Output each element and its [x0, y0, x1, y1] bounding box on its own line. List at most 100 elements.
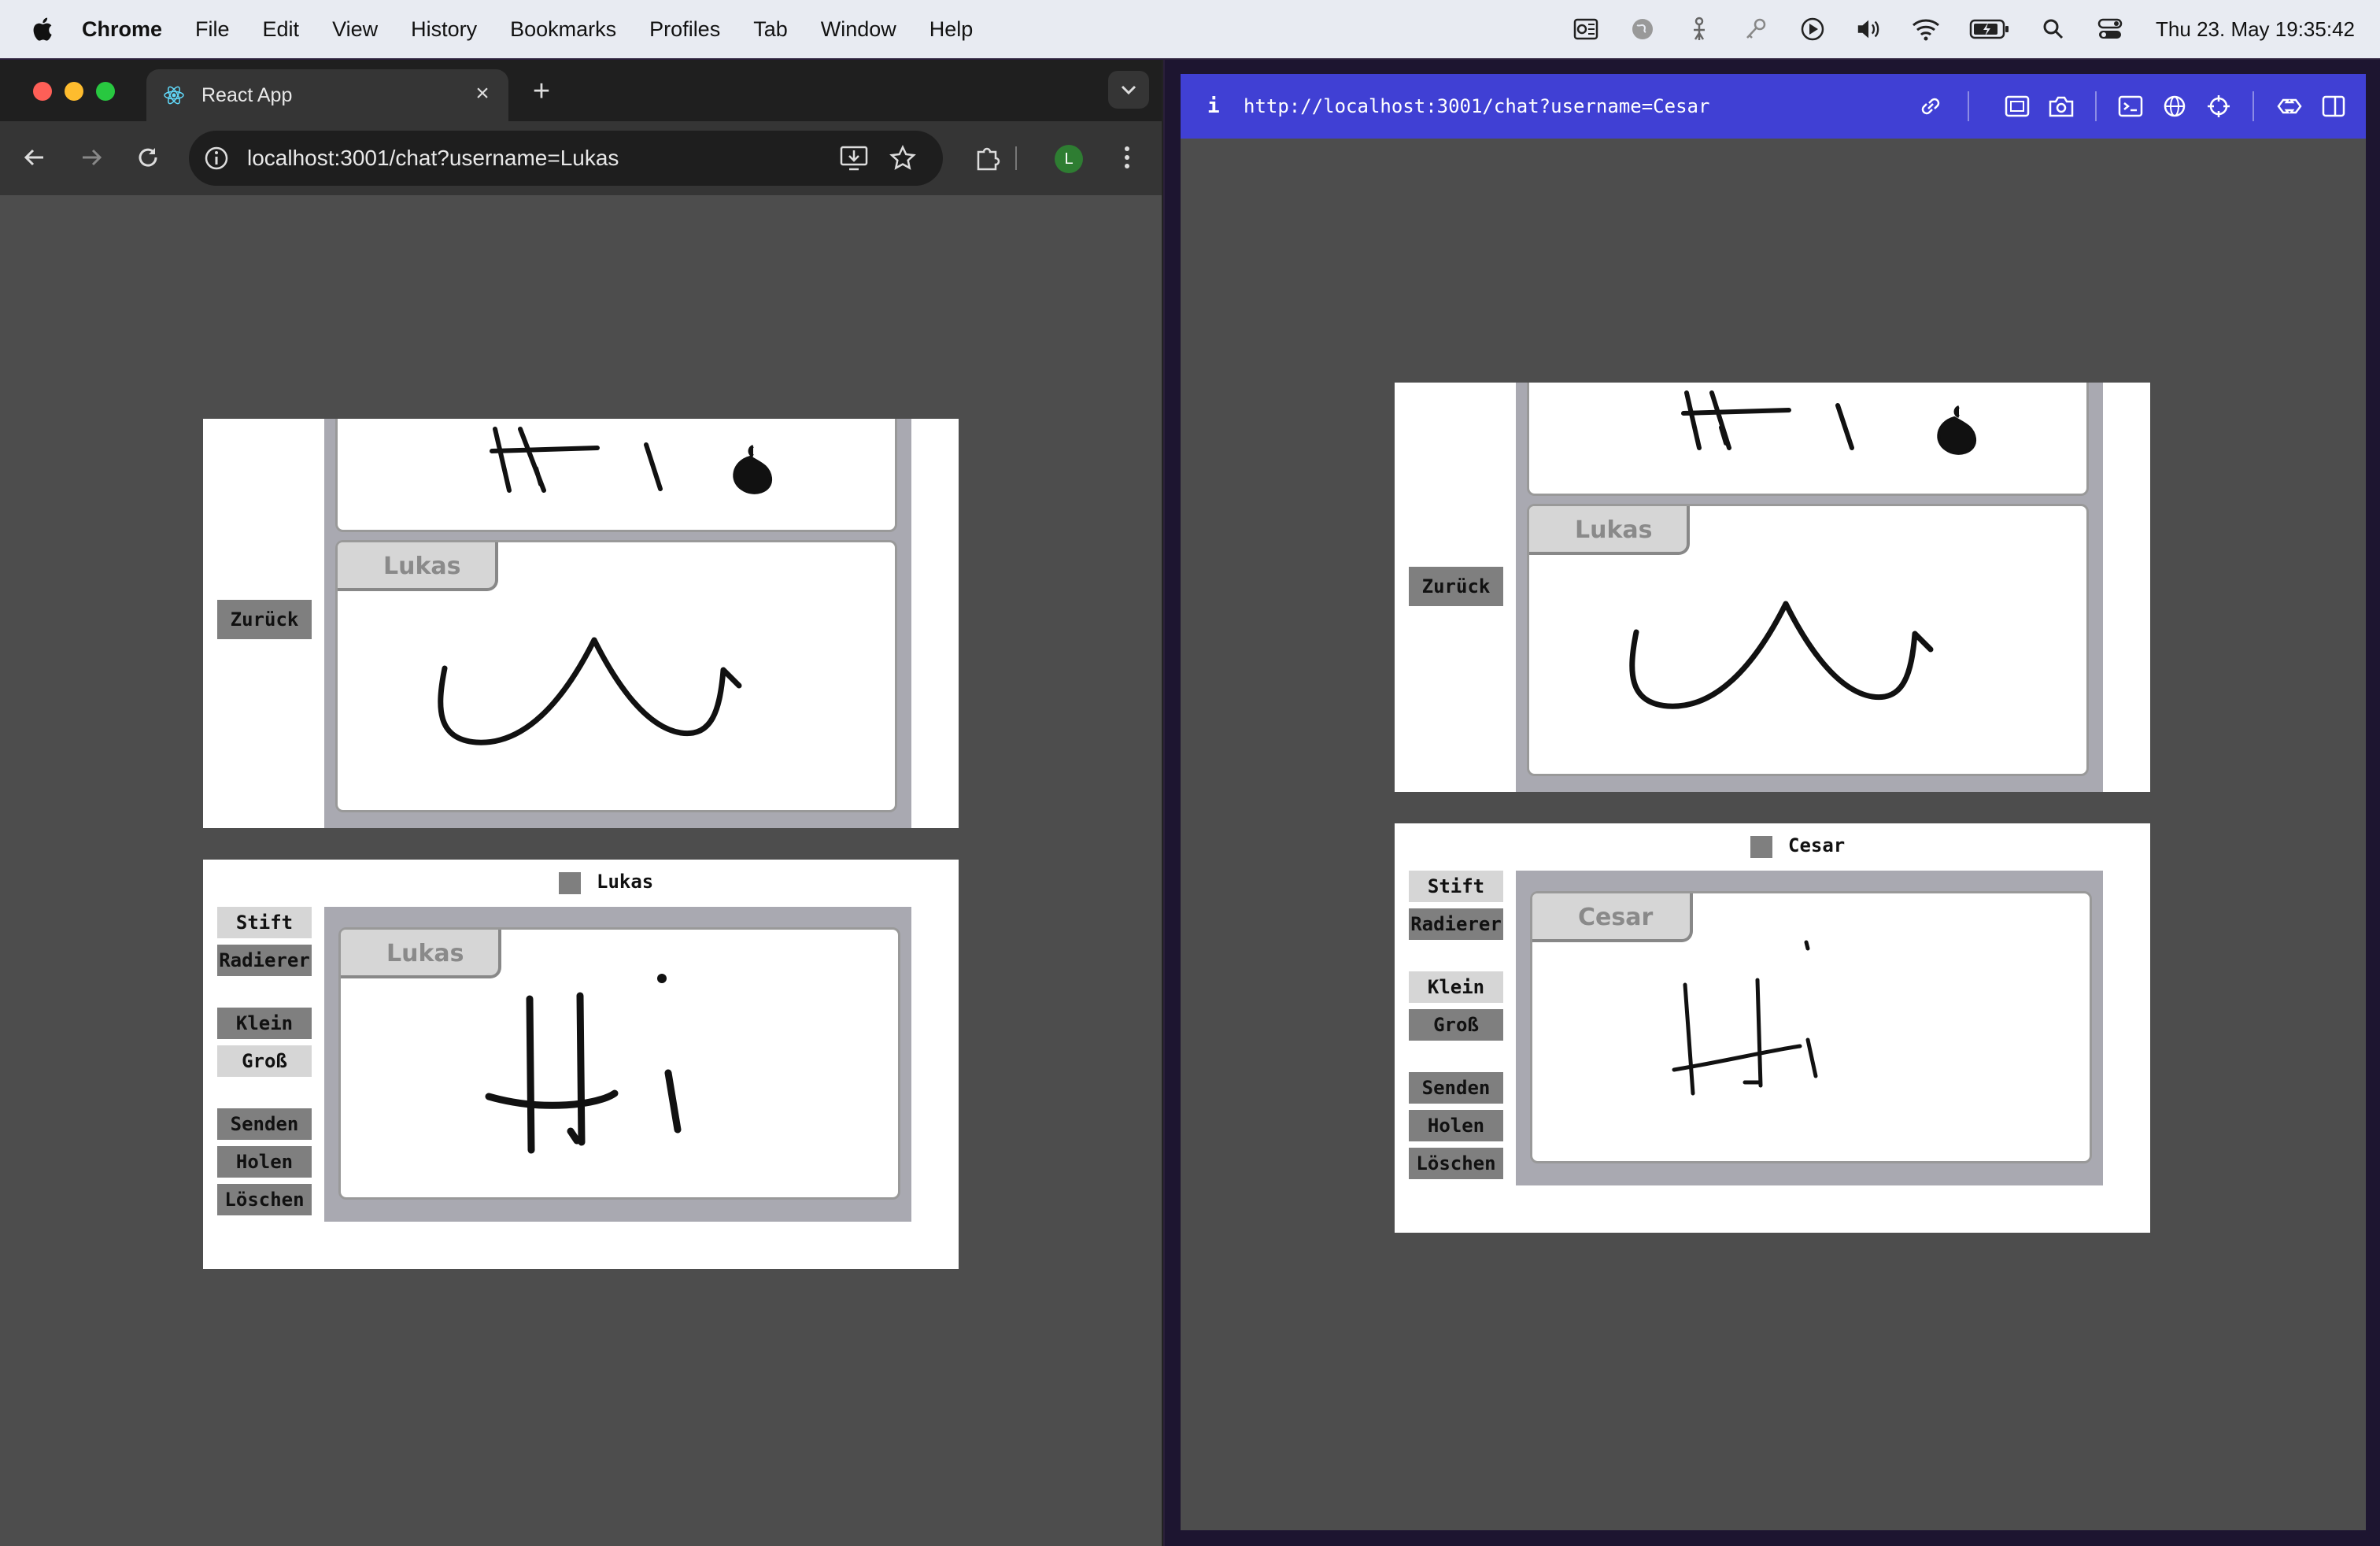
- control-center-icon[interactable]: [2096, 15, 2124, 43]
- send-button[interactable]: Senden: [217, 1108, 312, 1140]
- small-size-button[interactable]: Klein: [217, 1008, 312, 1039]
- key-icon[interactable]: [1742, 15, 1770, 43]
- url-text[interactable]: localhost:3001/chat?username=Lukas: [247, 131, 619, 186]
- back-button[interactable]: [19, 142, 50, 173]
- minimize-window-button[interactable]: [65, 82, 83, 101]
- delete-button[interactable]: Löschen: [217, 1184, 312, 1215]
- clock[interactable]: Thu 23. May 19:35:42: [2156, 17, 2355, 42]
- zoom-window-button[interactable]: [96, 82, 115, 101]
- small-size-button[interactable]: Klein: [1409, 971, 1503, 1003]
- apple-logo-icon[interactable]: [30, 16, 54, 43]
- menu-help[interactable]: Help: [929, 17, 974, 42]
- crosshair-icon[interactable]: [2204, 91, 2234, 121]
- browser-viewport: i http://localhost:3001/chat?username=Ce…: [1181, 74, 2366, 1530]
- drawing-canvas[interactable]: Cesar: [1530, 891, 2092, 1163]
- fetch-button[interactable]: Holen: [217, 1146, 312, 1178]
- screenshot-area-icon[interactable]: [2002, 91, 2032, 121]
- drawing-canvas[interactable]: Lukas: [338, 927, 900, 1200]
- menu-app-name[interactable]: Chrome: [82, 17, 162, 42]
- install-app-icon[interactable]: [839, 143, 869, 173]
- back-button-zurueck[interactable]: Zurück: [217, 600, 312, 639]
- address-bar[interactable]: localhost:3001/chat?username=Lukas: [189, 131, 943, 186]
- close-window-button[interactable]: [33, 82, 52, 101]
- compose-area: Lukas: [324, 907, 911, 1222]
- close-tab-icon[interactable]: ×: [471, 82, 494, 105]
- browser-window-cesar: i http://localhost:3001/chat?username=Ce…: [1165, 60, 2380, 1546]
- camera-icon[interactable]: [2046, 91, 2076, 121]
- drawing-hi: [485, 974, 682, 1154]
- drawing-hi: [1672, 940, 1818, 1096]
- url-text[interactable]: http://localhost:3001/chat?username=Cesa…: [1244, 74, 1709, 139]
- chrome-window-lukas: React App × + localhost:3001/chat?userna…: [0, 60, 1163, 1546]
- globe-icon[interactable]: [1628, 15, 1657, 43]
- history-message-1: [1527, 383, 2089, 496]
- arrow-right-icon: [83, 149, 102, 166]
- extensions-icon[interactable]: [2275, 91, 2304, 121]
- compose-area: Cesar: [1516, 871, 2103, 1185]
- menu-profiles[interactable]: Profiles: [649, 17, 720, 42]
- menu-edit[interactable]: Edit: [263, 17, 300, 42]
- sidebar-toggle-icon[interactable]: [2319, 91, 2349, 121]
- url-bar[interactable]: i http://localhost:3001/chat?username=Ce…: [1181, 74, 2366, 139]
- history-message-2: Lukas: [335, 540, 897, 812]
- site-info-icon[interactable]: [203, 145, 230, 172]
- menu-file[interactable]: File: [195, 17, 230, 42]
- tab-title: React App: [201, 83, 293, 106]
- profile-avatar[interactable]: L: [1055, 145, 1083, 173]
- history-chat-area: Lukas: [324, 419, 911, 828]
- reload-icon: [139, 148, 157, 167]
- pen-tool-button[interactable]: Stift: [1409, 871, 1503, 902]
- browser-toolbar: localhost:3001/chat?username=Lukas L: [0, 121, 1162, 195]
- info-indicator[interactable]: i: [1207, 74, 1220, 139]
- toolbar-divider: [1968, 91, 1969, 121]
- eraser-tool-button[interactable]: Radierer: [1409, 908, 1503, 940]
- accessibility-icon[interactable]: [1685, 15, 1713, 43]
- search-icon[interactable]: [2039, 15, 2068, 43]
- drawing-w-shape: [438, 637, 742, 745]
- tab-search-button[interactable]: [1108, 71, 1149, 109]
- menu-history[interactable]: History: [411, 17, 477, 42]
- current-username: Cesar: [1788, 834, 1846, 856]
- menu-window[interactable]: Window: [821, 17, 896, 42]
- terminal-icon[interactable]: [2116, 91, 2145, 121]
- battery-icon[interactable]: [1968, 15, 2011, 43]
- drawing-hi-partial: [1681, 390, 1977, 455]
- volume-icon[interactable]: [1855, 15, 1883, 43]
- pen-tool-button[interactable]: Stift: [217, 907, 312, 938]
- large-size-button[interactable]: Groß: [217, 1045, 312, 1077]
- menu-view[interactable]: View: [332, 17, 378, 42]
- wifi-icon[interactable]: [1912, 15, 1940, 43]
- play-icon[interactable]: [1798, 15, 1827, 43]
- toolbar-divider: [2252, 91, 2254, 121]
- delete-button[interactable]: Löschen: [1409, 1148, 1503, 1179]
- eraser-tool-button[interactable]: Radierer: [217, 945, 312, 976]
- drawing-hi-partial: [490, 427, 773, 494]
- menu-tab[interactable]: Tab: [753, 17, 788, 42]
- drawing-w-shape: [1629, 601, 1934, 709]
- arrow-left-icon: [24, 149, 43, 166]
- history-chat-area: Lukas: [1516, 383, 2103, 792]
- fetch-button[interactable]: Holen: [1409, 1110, 1503, 1141]
- tab-react-app[interactable]: React App ×: [146, 69, 508, 121]
- compose-panel: Lukas Stift Radierer Klein Groß Senden H…: [203, 860, 959, 1269]
- new-tab-button[interactable]: +: [526, 76, 557, 107]
- globe-icon[interactable]: [2160, 91, 2190, 121]
- forward-button[interactable]: [76, 142, 107, 173]
- menu-bookmarks[interactable]: Bookmarks: [510, 17, 616, 42]
- history-panel: Zurück Lukas: [203, 419, 959, 828]
- back-button-zurueck[interactable]: Zurück: [1409, 567, 1503, 606]
- bookmark-star-icon[interactable]: [888, 143, 918, 173]
- history-panel: Zurück Lukas: [1395, 383, 2150, 792]
- react-logo-icon: [164, 86, 184, 105]
- extensions-icon[interactable]: [971, 142, 1003, 173]
- reload-button[interactable]: [132, 142, 164, 173]
- history-message-2: Lukas: [1527, 504, 2089, 776]
- user-color-swatch: [1750, 836, 1772, 858]
- link-icon[interactable]: [1916, 91, 1946, 121]
- outlook-icon[interactable]: [1572, 15, 1600, 43]
- send-button[interactable]: Senden: [1409, 1072, 1503, 1104]
- large-size-button[interactable]: Groß: [1409, 1009, 1503, 1041]
- more-menu-icon[interactable]: [1111, 142, 1143, 173]
- history-message-1: [335, 419, 897, 532]
- tab-strip: React App × +: [0, 60, 1162, 121]
